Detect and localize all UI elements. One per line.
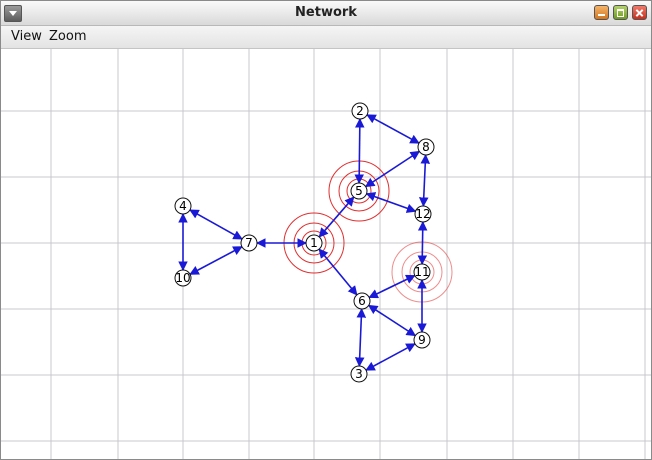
node-label: 11 (414, 265, 429, 279)
node-5[interactable]: 5 (350, 182, 368, 200)
node-9[interactable]: 9 (413, 331, 431, 349)
edge-7-4 (189, 209, 243, 240)
node-2[interactable]: 2 (351, 102, 369, 120)
edge-2-8 (366, 114, 420, 144)
node-3[interactable]: 3 (350, 365, 368, 383)
window-title: Network (295, 5, 357, 20)
node-7[interactable]: 7 (240, 234, 258, 252)
network-window: Network View Zoom 1 2 3 4 5 6 7 8 9 10 11 12 (0, 0, 652, 460)
node-label: 2 (356, 104, 364, 118)
node-label: 6 (358, 294, 366, 308)
node-label: 9 (418, 333, 426, 347)
edge-1-6 (318, 248, 358, 296)
edge-2-5 (354, 118, 365, 184)
node-4[interactable]: 4 (174, 197, 192, 215)
node-label: 5 (355, 184, 363, 198)
title-bar[interactable]: Network (1, 1, 651, 26)
highlight-rings (283, 160, 453, 303)
node-label: 4 (179, 199, 187, 213)
edge-8-12 (418, 154, 431, 207)
menu-view[interactable]: View (11, 29, 42, 44)
edge-6-3 (354, 308, 367, 367)
node-label: 10 (175, 271, 190, 285)
edge-9-3 (365, 343, 416, 371)
node-label: 7 (245, 236, 253, 250)
node-label: 12 (415, 207, 430, 221)
node-label: 1 (310, 236, 318, 250)
close-icon[interactable] (632, 5, 647, 20)
minimize-icon[interactable] (594, 5, 609, 20)
node-8[interactable]: 8 (417, 138, 435, 156)
node-11[interactable]: 11 (413, 263, 431, 281)
network-canvas[interactable]: 12345678910 1112 (1, 49, 651, 459)
edge-8-5 (364, 150, 421, 188)
node-6[interactable]: 6 (353, 292, 371, 310)
node-12[interactable]: 12 (414, 205, 432, 223)
edge-5-12 (365, 192, 417, 213)
node-label: 8 (422, 140, 430, 154)
menu-bar: View Zoom (1, 26, 651, 49)
edge-6-9 (367, 304, 417, 337)
node-1[interactable]: 1 (305, 234, 323, 252)
edge-5-1 (318, 196, 355, 238)
menu-zoom[interactable]: Zoom (49, 29, 86, 44)
edge-7-10 (189, 246, 243, 275)
node-10[interactable]: 10 (174, 269, 192, 287)
node-label: 3 (355, 367, 363, 381)
maximize-icon[interactable] (613, 5, 628, 20)
edge-12-11 (417, 221, 428, 265)
grid (1, 49, 651, 459)
